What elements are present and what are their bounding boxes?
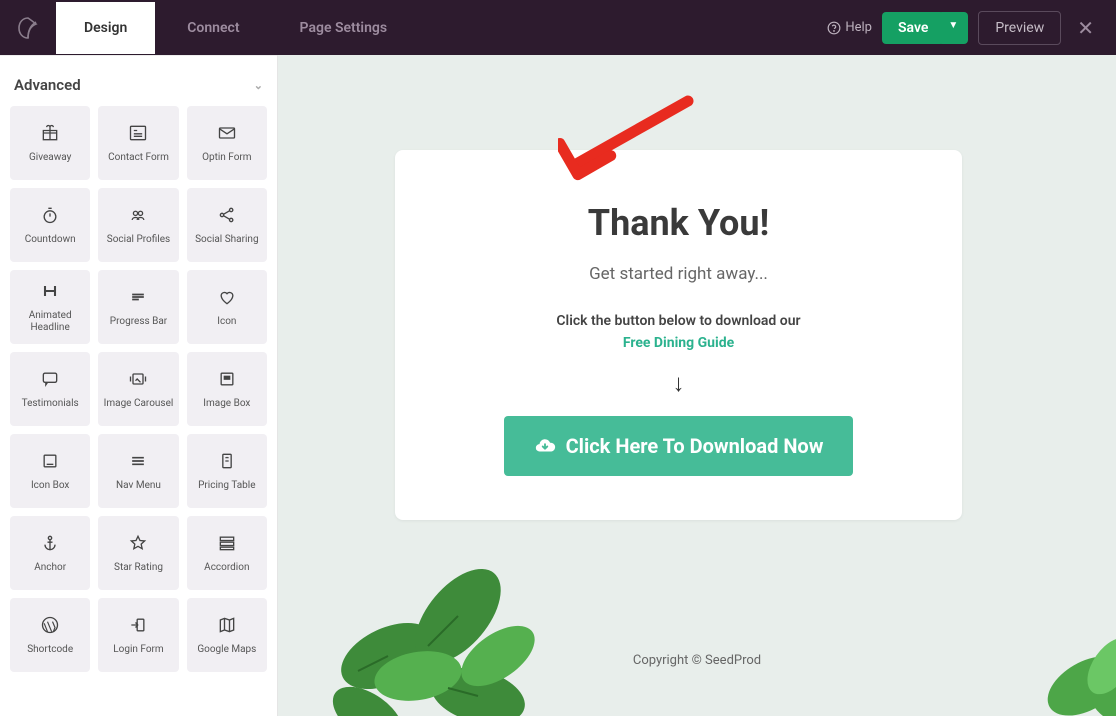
- wordpress-icon: [39, 614, 61, 636]
- block-label: Image Carousel: [100, 398, 178, 410]
- block-image-carousel[interactable]: Image Carousel: [98, 352, 178, 426]
- block-label: Optin Form: [198, 152, 256, 164]
- block-nav-menu[interactable]: Nav Menu: [98, 434, 178, 508]
- download-button[interactable]: Click Here To Download Now: [504, 416, 854, 476]
- subtitle: Get started right away...: [435, 264, 922, 284]
- block-contact-form[interactable]: Contact Form: [98, 106, 178, 180]
- block-label: Icon: [213, 316, 240, 328]
- logo: [16, 16, 40, 40]
- tab-design[interactable]: Design: [56, 2, 155, 54]
- progress-icon: [127, 286, 149, 308]
- block-testimonials[interactable]: Testimonials: [10, 352, 90, 426]
- stopwatch-icon: [39, 204, 61, 226]
- headline-icon: [39, 280, 61, 302]
- blocks-sidebar: Advanced ⌄ Giveaway Contact Form Optin For…: [0, 55, 278, 716]
- giftbox-icon: [39, 122, 61, 144]
- tab-page-settings[interactable]: Page Settings: [272, 2, 416, 54]
- block-star-rating[interactable]: Star Rating: [98, 516, 178, 590]
- block-label: Countdown: [21, 234, 80, 246]
- block-anchor[interactable]: Anchor: [10, 516, 90, 590]
- block-google-maps[interactable]: Google Maps: [187, 598, 267, 672]
- block-label: Image Box: [199, 398, 254, 410]
- block-giveaway[interactable]: Giveaway: [10, 106, 90, 180]
- cloud-download-icon: [534, 435, 556, 457]
- block-image-box[interactable]: Image Box: [187, 352, 267, 426]
- block-accordion[interactable]: Accordion: [187, 516, 267, 590]
- iconbox-icon: [39, 450, 61, 472]
- chat-icon: [39, 368, 61, 390]
- save-dropdown[interactable]: ▼: [938, 12, 968, 44]
- page-title: Thank You!: [435, 202, 922, 244]
- heart-icon: [216, 286, 238, 308]
- plant-decoration-left: [308, 496, 568, 716]
- help-label: Help: [845, 20, 872, 35]
- block-login-form[interactable]: Login Form: [98, 598, 178, 672]
- block-icon[interactable]: Icon: [187, 270, 267, 344]
- page-canvas[interactable]: Thank You! Get started right away... Cli…: [278, 55, 1116, 716]
- block-label: Giveaway: [25, 152, 75, 164]
- pricing-icon: [216, 450, 238, 472]
- share-icon: [216, 204, 238, 226]
- copyright-text: Copyright © SeedProd: [278, 653, 1116, 668]
- block-label: Anchor: [30, 562, 70, 574]
- block-label: Contact Form: [104, 152, 173, 164]
- close-button[interactable]: ✕: [1071, 16, 1100, 40]
- block-label: Star Rating: [110, 562, 167, 574]
- block-label: Google Maps: [193, 644, 260, 656]
- form-icon: [127, 122, 149, 144]
- block-label: Animated Headline: [10, 310, 90, 334]
- map-icon: [216, 614, 238, 636]
- save-button[interactable]: Save: [882, 12, 944, 44]
- block-pricing-table[interactable]: Pricing Table: [187, 434, 267, 508]
- block-progress-bar[interactable]: Progress Bar: [98, 270, 178, 344]
- people-icon: [127, 204, 149, 226]
- help-link[interactable]: Help: [827, 20, 872, 35]
- arrow-down-icon: ↓: [435, 369, 922, 398]
- block-label: Social Sharing: [191, 234, 263, 246]
- block-label: Login Form: [109, 644, 167, 656]
- tab-connect[interactable]: Connect: [159, 2, 267, 54]
- annotation-arrow: [558, 93, 698, 197]
- carousel-icon: [127, 368, 149, 390]
- block-label: Pricing Table: [194, 480, 259, 492]
- block-label: Progress Bar: [106, 316, 171, 328]
- envelope-icon: [216, 122, 238, 144]
- block-animated-headline[interactable]: Animated Headline: [10, 270, 90, 344]
- block-label: Nav Menu: [112, 480, 165, 492]
- thank-you-card[interactable]: Thank You! Get started right away... Cli…: [395, 150, 962, 520]
- block-label: Testimonials: [18, 398, 83, 410]
- accordion-icon: [216, 532, 238, 554]
- section-title: Advanced: [14, 76, 81, 94]
- block-social-sharing[interactable]: Social Sharing: [187, 188, 267, 262]
- block-shortcode[interactable]: Shortcode: [10, 598, 90, 672]
- section-advanced-header[interactable]: Advanced ⌄: [0, 55, 277, 106]
- block-label: Accordion: [200, 562, 253, 574]
- star-icon: [127, 532, 149, 554]
- menu-icon: [127, 450, 149, 472]
- block-label: Shortcode: [23, 644, 77, 656]
- block-label: Social Profiles: [103, 234, 174, 246]
- block-icon-box[interactable]: Icon Box: [10, 434, 90, 508]
- block-countdown[interactable]: Countdown: [10, 188, 90, 262]
- preview-button[interactable]: Preview: [978, 11, 1061, 45]
- description: Click the button below to download our F…: [435, 310, 922, 355]
- block-social-profiles[interactable]: Social Profiles: [98, 188, 178, 262]
- dining-guide-link[interactable]: Free Dining Guide: [623, 335, 734, 351]
- login-icon: [127, 614, 149, 636]
- block-label: Icon Box: [27, 480, 73, 492]
- imagebox-icon: [216, 368, 238, 390]
- chevron-down-icon: ⌄: [254, 79, 263, 92]
- block-optin-form[interactable]: Optin Form: [187, 106, 267, 180]
- anchor-icon: [39, 532, 61, 554]
